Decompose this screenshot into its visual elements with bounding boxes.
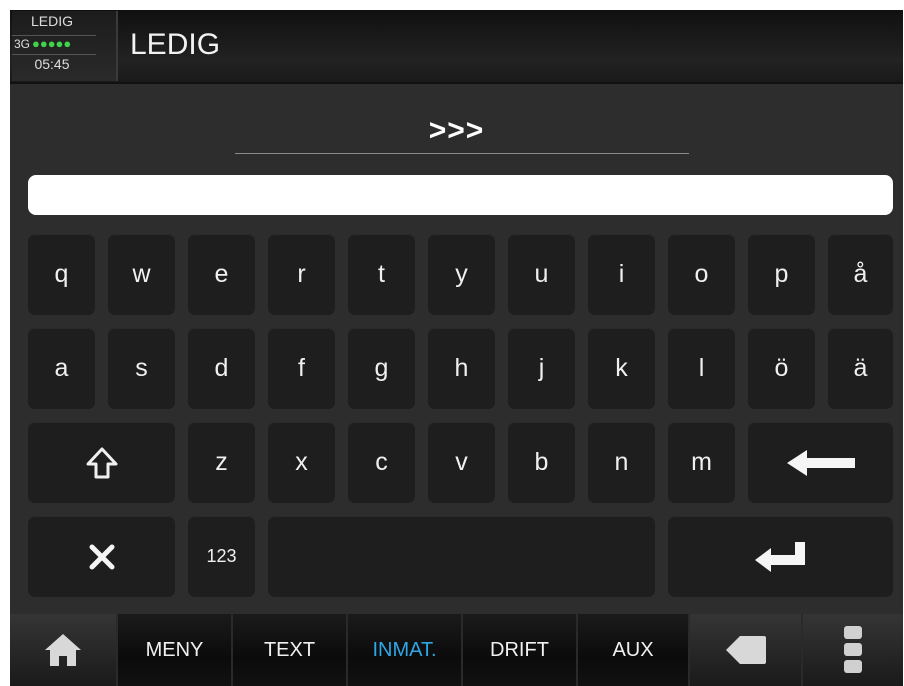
key-q[interactable]: q (28, 234, 95, 315)
key-h[interactable]: h (428, 328, 495, 409)
key-d[interactable]: d (188, 328, 255, 409)
key-u[interactable]: u (508, 234, 575, 315)
nav-tab-aux[interactable]: AUX (578, 614, 690, 686)
status-label: LEDIG (30, 13, 73, 29)
key-t[interactable]: t (348, 234, 415, 315)
nav-tab-inmat[interactable]: INMAT. (348, 614, 463, 686)
device-screen: LEDIG 3G ●●●●● 05:45 LEDIG >>> q w e r t… (10, 10, 903, 686)
key-a-umlaut[interactable]: ä (828, 328, 893, 409)
key-b[interactable]: b (508, 422, 575, 503)
key-w[interactable]: w (108, 234, 175, 315)
page-title: LEDIG (130, 28, 221, 61)
clear-key[interactable] (28, 516, 175, 597)
nav-tab-drift[interactable]: DRIFT (463, 614, 578, 686)
enter-return-icon (753, 541, 809, 573)
signal-row: 3G ●●●●● (12, 35, 96, 55)
key-f[interactable]: f (268, 328, 335, 409)
key-z[interactable]: z (188, 422, 255, 503)
numbers-key[interactable]: 123 (188, 516, 255, 597)
key-e[interactable]: e (188, 234, 255, 315)
key-s[interactable]: s (108, 328, 175, 409)
shift-arrow-icon (85, 446, 119, 480)
more-vertical-icon (842, 625, 864, 675)
network-type: 3G (14, 37, 31, 51)
key-k[interactable]: k (588, 328, 655, 409)
clock: 05:45 (34, 56, 70, 72)
entry-prompt: >>> (428, 114, 485, 147)
signal-strength-icon: ●●●●● (32, 36, 72, 51)
nav-more-button[interactable] (803, 614, 903, 686)
key-a-ring[interactable]: å (828, 234, 893, 315)
key-p[interactable]: p (748, 234, 815, 315)
space-key[interactable] (268, 516, 655, 597)
key-o-umlaut[interactable]: ö (748, 328, 815, 409)
backspace-arrow-icon (785, 448, 857, 478)
bottom-nav: MENY TEXT INMAT. DRIFT AUX (10, 614, 903, 686)
close-x-icon (89, 544, 115, 570)
back-arrow-icon (724, 634, 768, 666)
backspace-key[interactable] (748, 422, 893, 503)
key-r[interactable]: r (268, 234, 335, 315)
key-j[interactable]: j (508, 328, 575, 409)
prompt-divider (235, 153, 689, 154)
nav-tab-text[interactable]: TEXT (233, 614, 348, 686)
key-c[interactable]: c (348, 422, 415, 503)
key-g[interactable]: g (348, 328, 415, 409)
key-y[interactable]: y (428, 234, 495, 315)
key-v[interactable]: v (428, 422, 495, 503)
key-i[interactable]: i (588, 234, 655, 315)
key-x[interactable]: x (268, 422, 335, 503)
top-bar: LEDIG 3G ●●●●● 05:45 LEDIG (10, 10, 903, 84)
shift-key[interactable] (28, 422, 175, 503)
key-o[interactable]: o (668, 234, 735, 315)
nav-tab-meny[interactable]: MENY (118, 614, 233, 686)
text-input[interactable] (28, 175, 893, 215)
home-icon (43, 632, 83, 668)
key-a[interactable]: a (28, 328, 95, 409)
enter-key[interactable] (668, 516, 893, 597)
key-l[interactable]: l (668, 328, 735, 409)
key-m[interactable]: m (668, 422, 735, 503)
key-n[interactable]: n (588, 422, 655, 503)
nav-home-button[interactable] (10, 614, 118, 686)
status-panel: LEDIG 3G ●●●●● 05:45 (12, 11, 118, 81)
nav-back-button[interactable] (690, 614, 803, 686)
